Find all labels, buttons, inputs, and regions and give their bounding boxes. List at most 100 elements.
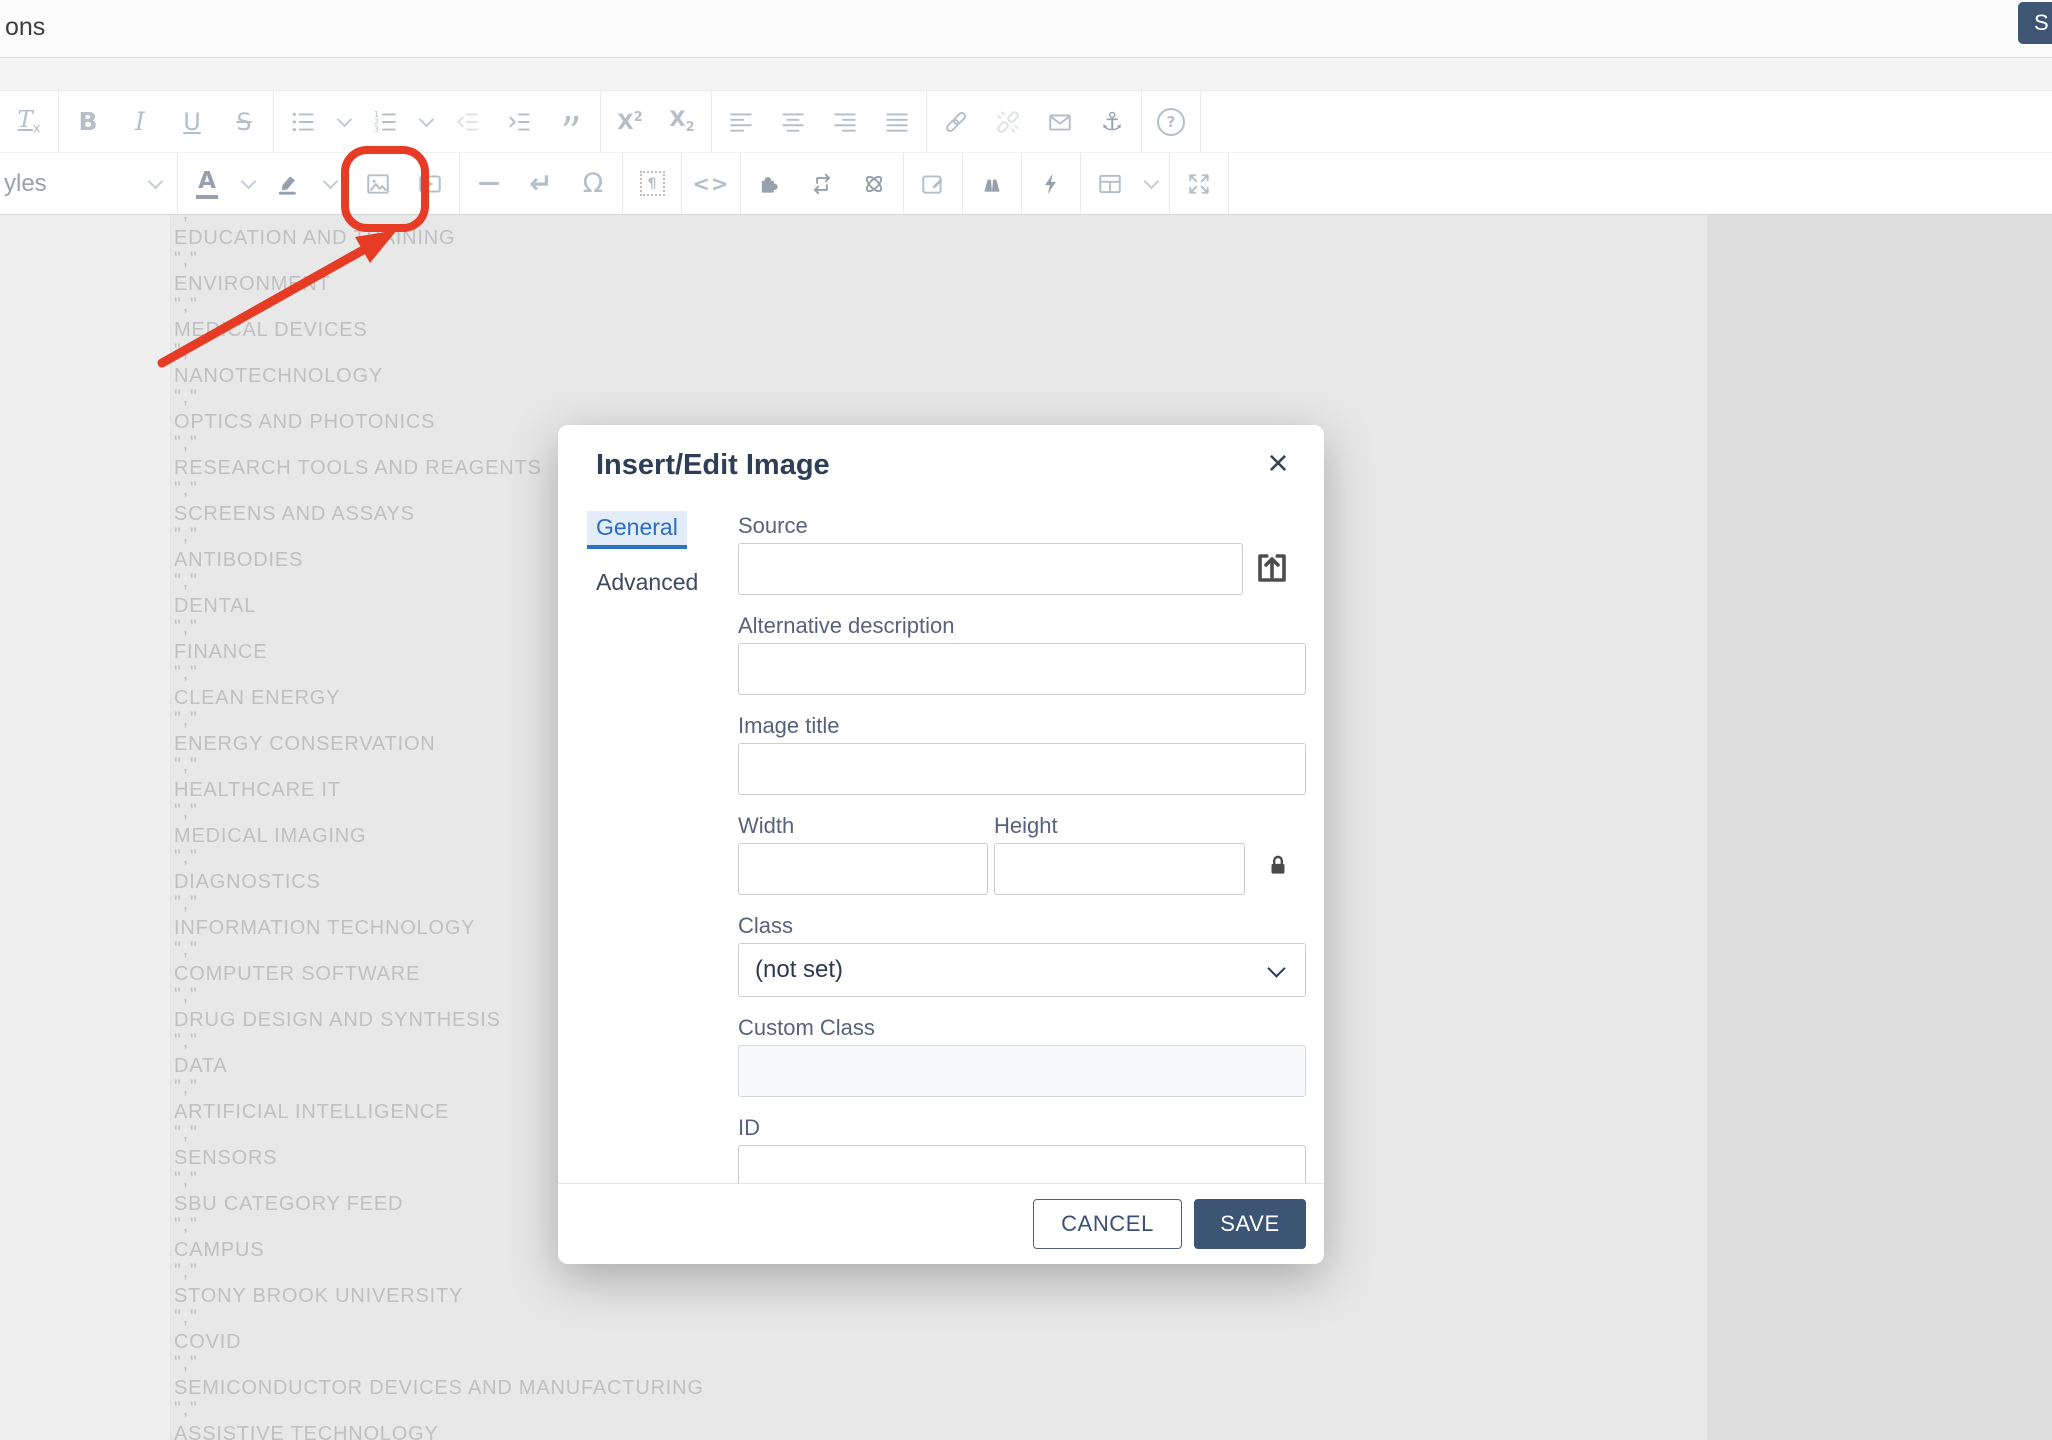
outdent-icon[interactable] xyxy=(441,94,493,150)
insert-edit-image-dialog: Insert/Edit Image × General Advanced Sou… xyxy=(558,425,1324,1264)
svg-text:3: 3 xyxy=(374,125,379,134)
underline-icon[interactable]: U xyxy=(166,94,218,150)
custom-class-label: Custom Class xyxy=(738,1015,1306,1045)
align-center-icon[interactable] xyxy=(767,94,819,150)
alt-description-input[interactable] xyxy=(738,643,1306,695)
blockquote-icon[interactable]: ” xyxy=(545,94,597,150)
tab-general[interactable]: General xyxy=(587,511,687,549)
close-icon[interactable]: × xyxy=(1256,441,1300,485)
visual-chars-icon[interactable]: ¶ xyxy=(626,156,678,212)
bullet-list-icon[interactable] xyxy=(277,94,329,150)
dialog-title: Insert/Edit Image xyxy=(596,449,830,482)
anchor-icon[interactable]: ⚓ xyxy=(1086,94,1138,150)
strikethrough-icon[interactable]: S xyxy=(218,94,270,150)
tab-advanced[interactable]: Advanced xyxy=(587,566,707,599)
chevron-down-icon[interactable] xyxy=(233,156,263,212)
dialog-footer: CANCEL SAVE xyxy=(558,1183,1324,1264)
chevron-down-icon[interactable] xyxy=(329,94,359,150)
app-window: ons S TxBIUS123”X2X2⚓?ylesA↵Ω¶<> ","EDUC… xyxy=(0,0,2052,1440)
alt-description-label: Alternative description xyxy=(738,613,1306,643)
browse-upload-button[interactable] xyxy=(1250,547,1294,591)
toolbar-group xyxy=(963,153,1022,214)
category-separator: "," xyxy=(174,388,704,411)
toolbar-group xyxy=(1081,153,1170,214)
highlight-icon[interactable] xyxy=(263,156,315,212)
lightning-icon[interactable] xyxy=(1025,156,1077,212)
numbered-list-icon[interactable]: 123 xyxy=(359,94,411,150)
id-label: ID xyxy=(738,1115,1306,1145)
editor-left-margin xyxy=(0,214,170,1440)
toolbar: TxBIUS123”X2X2⚓?ylesA↵Ω¶<> xyxy=(0,90,2052,215)
indent-icon[interactable] xyxy=(493,94,545,150)
toolbar-group: ? xyxy=(1142,91,1201,152)
top-header-bar: ons S xyxy=(0,0,2052,58)
superscript-icon[interactable]: X2 xyxy=(604,94,656,150)
page-title-fragment: ons xyxy=(5,13,45,42)
class-select[interactable]: (not set) xyxy=(738,943,1306,997)
cancel-button[interactable]: CANCEL xyxy=(1033,1199,1182,1249)
lock-icon[interactable] xyxy=(1265,852,1291,883)
width-input[interactable] xyxy=(738,843,988,895)
line-break-icon[interactable]: ↵ xyxy=(515,156,567,212)
toolbar-group: 123 ” xyxy=(274,91,601,152)
page-background-right xyxy=(1707,214,2052,1440)
custom-class-input[interactable] xyxy=(738,1045,1306,1097)
atom-icon[interactable] xyxy=(848,156,900,212)
header-sub-strip xyxy=(0,58,2052,90)
code-icon[interactable]: <> xyxy=(685,156,737,212)
toolbar-group: ⚓ xyxy=(927,91,1142,152)
save-button-top[interactable]: S xyxy=(2018,2,2052,44)
width-label: Width xyxy=(738,813,988,843)
image-title-label: Image title xyxy=(738,713,1306,743)
toolbar-group: ↵Ω xyxy=(460,153,623,214)
unlink-icon[interactable] xyxy=(982,94,1034,150)
horizontal-rule-icon[interactable] xyxy=(463,156,515,212)
image-title-input[interactable] xyxy=(738,743,1306,795)
alt-description-row: Alternative description xyxy=(738,613,1306,695)
puzzle-icon[interactable] xyxy=(744,156,796,212)
find-replace-icon[interactable] xyxy=(966,156,1018,212)
table-icon[interactable] xyxy=(1084,156,1136,212)
edit-block-icon[interactable] xyxy=(907,156,959,212)
class-label: Class xyxy=(738,913,1306,943)
category-separator: "," xyxy=(174,1400,704,1423)
toolbar-group xyxy=(712,91,927,152)
help-icon[interactable]: ? xyxy=(1145,94,1197,150)
toolbar-group: ¶ xyxy=(623,153,682,214)
clear-formatting-icon[interactable]: Tx xyxy=(3,94,55,150)
toolbar-group xyxy=(1170,153,1229,214)
chevron-down-icon xyxy=(1267,959,1285,977)
toolbar-group xyxy=(1022,153,1081,214)
special-character-icon[interactable]: Ω xyxy=(567,156,619,212)
loop-icon[interactable] xyxy=(796,156,848,212)
toolbar-group xyxy=(741,153,904,214)
fullscreen-icon[interactable] xyxy=(1173,156,1225,212)
toolbar-group: BIUS xyxy=(59,91,274,152)
class-row: Class (not set) xyxy=(738,913,1306,997)
align-justify-icon[interactable] xyxy=(871,94,923,150)
save-button[interactable]: SAVE xyxy=(1194,1199,1306,1249)
align-left-icon[interactable] xyxy=(715,94,767,150)
category-item: STONY BROOK UNIVERSITY xyxy=(174,1285,704,1308)
dimensions-row: Width Height xyxy=(738,813,1306,895)
bold-icon[interactable]: B xyxy=(62,94,114,150)
align-right-icon[interactable] xyxy=(819,94,871,150)
category-item: SEMICONDUCTOR DEVICES AND MANUFACTURING xyxy=(174,1377,704,1400)
category-separator: "," xyxy=(174,1354,704,1377)
email-icon[interactable] xyxy=(1034,94,1086,150)
link-icon[interactable] xyxy=(930,94,982,150)
subscript-icon[interactable]: X2 xyxy=(656,94,708,150)
source-input[interactable] xyxy=(738,543,1243,595)
chevron-down-icon xyxy=(148,174,164,190)
image-title-row: Image title xyxy=(738,713,1306,795)
annotation-arrow-icon xyxy=(140,205,460,380)
chevron-down-icon[interactable] xyxy=(1136,156,1166,212)
category-item: ASSISTIVE TECHNOLOGY xyxy=(174,1423,704,1440)
chevron-down-icon[interactable] xyxy=(411,94,441,150)
toolbar-group: <> xyxy=(682,153,741,214)
text-color-icon[interactable]: A xyxy=(181,156,233,212)
dialog-form: Source Alternative description Image tit… xyxy=(738,513,1306,1215)
height-input[interactable] xyxy=(994,843,1245,895)
toolbar-group xyxy=(904,153,963,214)
italic-icon[interactable]: I xyxy=(114,94,166,150)
